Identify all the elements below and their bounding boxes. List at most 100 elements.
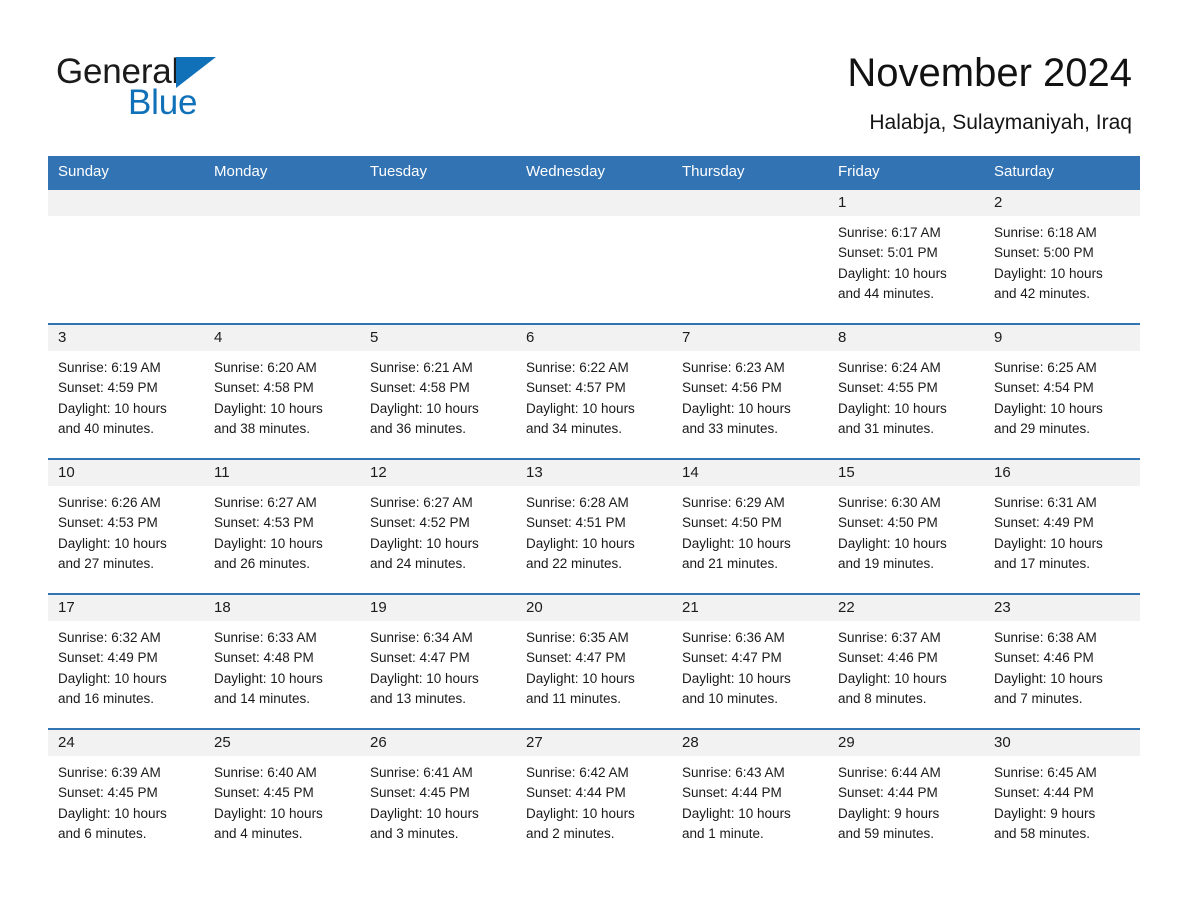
calendar-day-cell[interactable]: 23 Sunrise: 6:38 AM Sunset: 4:46 PM Dayligh… [984,594,1140,728]
day-sunrise-text: Sunrise: 6:22 AM [526,359,629,375]
day-sunrise-text: Sunrise: 6:37 AM [838,629,941,645]
day-sunset-text: Sunset: 4:53 PM [58,515,158,531]
day-sunset-text: Sunset: 4:46 PM [994,650,1094,666]
calendar-day-cell-empty [48,189,204,323]
day-details: Sunrise: 6:28 AM Sunset: 4:51 PM Daylight:… [516,486,672,575]
weekday-header-monday: Monday [214,163,268,181]
day-number: 21 [672,594,828,621]
calendar-day-cell[interactable]: 13 Sunrise: 6:28 AM Sunset: 4:51 PM Dayligh… [516,459,672,593]
calendar-day-cell[interactable]: 20 Sunrise: 6:35 AM Sunset: 4:47 PM Dayligh… [516,594,672,728]
day-number: 27 [516,729,672,756]
day-daylight2-text: and 3 minutes. [370,826,459,842]
day-sunset-text: Sunset: 4:50 PM [838,515,938,531]
calendar-day-cell[interactable]: 6 Sunrise: 6:22 AM Sunset: 4:57 PM Daylight… [516,324,672,458]
calendar-week-row: 3 Sunrise: 6:19 AM Sunset: 4:59 PM Daylight… [48,322,1140,458]
calendar-day-cell[interactable]: 3 Sunrise: 6:19 AM Sunset: 4:59 PM Daylight… [48,324,204,458]
calendar-day-cell[interactable]: 1 Sunrise: 6:17 AM Sunset: 5:01 PM Daylight… [828,189,984,323]
day-number: 17 [48,594,204,621]
day-sunset-text: Sunset: 4:56 PM [682,380,782,396]
calendar-day-cell[interactable]: 26 Sunrise: 6:41 AM Sunset: 4:45 PM Dayligh… [360,729,516,863]
day-sunset-text: Sunset: 4:44 PM [526,785,626,801]
day-number: 20 [516,594,672,621]
calendar-day-cell[interactable]: 21 Sunrise: 6:36 AM Sunset: 4:47 PM Dayligh… [672,594,828,728]
day-number: 15 [828,459,984,486]
day-sunset-text: Sunset: 4:45 PM [370,785,470,801]
day-sunset-text: Sunset: 4:47 PM [526,650,626,666]
day-daylight1-text: Daylight: 10 hours [58,535,167,551]
calendar-day-cell[interactable]: 8 Sunrise: 6:24 AM Sunset: 4:55 PM Daylight… [828,324,984,458]
calendar-day-cell[interactable]: 7 Sunrise: 6:23 AM Sunset: 4:56 PM Daylight… [672,324,828,458]
day-sunrise-text: Sunrise: 6:28 AM [526,494,629,510]
day-daylight1-text: Daylight: 10 hours [838,535,947,551]
calendar-day-cell[interactable]: 14 Sunrise: 6:29 AM Sunset: 4:50 PM Dayligh… [672,459,828,593]
day-sunset-text: Sunset: 4:44 PM [838,785,938,801]
day-daylight1-text: Daylight: 10 hours [370,400,479,416]
day-sunrise-text: Sunrise: 6:19 AM [58,359,161,375]
day-number: 13 [516,459,672,486]
day-daylight2-text: and 13 minutes. [370,691,467,707]
location-subtitle: Halabja, Sulaymaniyah, Iraq [869,111,1132,134]
calendar-day-cell[interactable]: 17 Sunrise: 6:32 AM Sunset: 4:49 PM Dayligh… [48,594,204,728]
calendar-day-cell[interactable]: 16 Sunrise: 6:31 AM Sunset: 4:49 PM Dayligh… [984,459,1140,593]
calendar-day-cell[interactable]: 18 Sunrise: 6:33 AM Sunset: 4:48 PM Dayligh… [204,594,360,728]
day-number [672,189,828,216]
calendar-day-cell[interactable]: 24 Sunrise: 6:39 AM Sunset: 4:45 PM Dayligh… [48,729,204,863]
calendar-day-cell[interactable]: 12 Sunrise: 6:27 AM Sunset: 4:52 PM Dayligh… [360,459,516,593]
day-details: Sunrise: 6:36 AM Sunset: 4:47 PM Daylight:… [672,621,828,710]
day-daylight1-text: Daylight: 10 hours [682,535,791,551]
day-number [204,189,360,216]
weekday-header-sunday: Sunday [58,163,109,181]
calendar-day-cell[interactable]: 10 Sunrise: 6:26 AM Sunset: 4:53 PM Dayligh… [48,459,204,593]
day-daylight2-text: and 2 minutes. [526,826,615,842]
day-sunrise-text: Sunrise: 6:33 AM [214,629,317,645]
day-number: 6 [516,324,672,351]
day-daylight2-text: and 36 minutes. [370,421,467,437]
calendar-day-cell[interactable]: 11 Sunrise: 6:27 AM Sunset: 4:53 PM Dayligh… [204,459,360,593]
day-sunrise-text: Sunrise: 6:21 AM [370,359,473,375]
day-sunset-text: Sunset: 4:45 PM [58,785,158,801]
calendar-day-cell[interactable]: 25 Sunrise: 6:40 AM Sunset: 4:45 PM Dayligh… [204,729,360,863]
day-sunrise-text: Sunrise: 6:32 AM [58,629,161,645]
calendar-day-cell[interactable]: 22 Sunrise: 6:37 AM Sunset: 4:46 PM Dayligh… [828,594,984,728]
calendar-day-cell[interactable]: 28 Sunrise: 6:43 AM Sunset: 4:44 PM Dayligh… [672,729,828,863]
generalblue-logo[interactable]: General Blue [56,48,316,126]
calendar-day-cell[interactable]: 9 Sunrise: 6:25 AM Sunset: 4:54 PM Daylight… [984,324,1140,458]
day-daylight1-text: Daylight: 10 hours [58,670,167,686]
calendar-day-cell[interactable]: 30 Sunrise: 6:45 AM Sunset: 4:44 PM Dayligh… [984,729,1140,863]
day-details: Sunrise: 6:37 AM Sunset: 4:46 PM Daylight:… [828,621,984,710]
day-sunset-text: Sunset: 4:48 PM [214,650,314,666]
day-number: 14 [672,459,828,486]
day-details: Sunrise: 6:40 AM Sunset: 4:45 PM Daylight:… [204,756,360,845]
day-sunset-text: Sunset: 4:52 PM [370,515,470,531]
day-sunrise-text: Sunrise: 6:38 AM [994,629,1097,645]
day-daylight1-text: Daylight: 10 hours [214,400,323,416]
day-daylight1-text: Daylight: 10 hours [682,670,791,686]
calendar-day-cell[interactable]: 27 Sunrise: 6:42 AM Sunset: 4:44 PM Dayligh… [516,729,672,863]
day-daylight2-text: and 40 minutes. [58,421,155,437]
day-details: Sunrise: 6:39 AM Sunset: 4:45 PM Daylight:… [48,756,204,845]
calendar-day-cell[interactable]: 4 Sunrise: 6:20 AM Sunset: 4:58 PM Daylight… [204,324,360,458]
weekday-header-thursday: Thursday [682,163,745,181]
day-daylight2-text: and 44 minutes. [838,286,935,302]
day-sunrise-text: Sunrise: 6:34 AM [370,629,473,645]
calendar-day-cell[interactable]: 2 Sunrise: 6:18 AM Sunset: 5:00 PM Daylight… [984,189,1140,323]
day-details: Sunrise: 6:21 AM Sunset: 4:58 PM Daylight:… [360,351,516,440]
calendar-day-cell[interactable]: 15 Sunrise: 6:30 AM Sunset: 4:50 PM Dayligh… [828,459,984,593]
day-details: Sunrise: 6:31 AM Sunset: 4:49 PM Daylight:… [984,486,1140,575]
day-number: 29 [828,729,984,756]
day-sunrise-text: Sunrise: 6:25 AM [994,359,1097,375]
calendar-day-cell[interactable]: 19 Sunrise: 6:34 AM Sunset: 4:47 PM Dayligh… [360,594,516,728]
day-details: Sunrise: 6:27 AM Sunset: 4:53 PM Daylight:… [204,486,360,575]
day-number: 19 [360,594,516,621]
day-number: 1 [828,189,984,216]
day-sunrise-text: Sunrise: 6:30 AM [838,494,941,510]
calendar-day-cell[interactable]: 5 Sunrise: 6:21 AM Sunset: 4:58 PM Daylight… [360,324,516,458]
day-daylight1-text: Daylight: 10 hours [526,670,635,686]
calendar-day-cell[interactable]: 29 Sunrise: 6:44 AM Sunset: 4:44 PM Dayligh… [828,729,984,863]
day-daylight1-text: Daylight: 10 hours [994,265,1103,281]
day-daylight1-text: Daylight: 10 hours [838,400,947,416]
day-daylight1-text: Daylight: 10 hours [838,670,947,686]
day-number: 22 [828,594,984,621]
day-sunset-text: Sunset: 4:49 PM [994,515,1094,531]
day-sunrise-text: Sunrise: 6:35 AM [526,629,629,645]
